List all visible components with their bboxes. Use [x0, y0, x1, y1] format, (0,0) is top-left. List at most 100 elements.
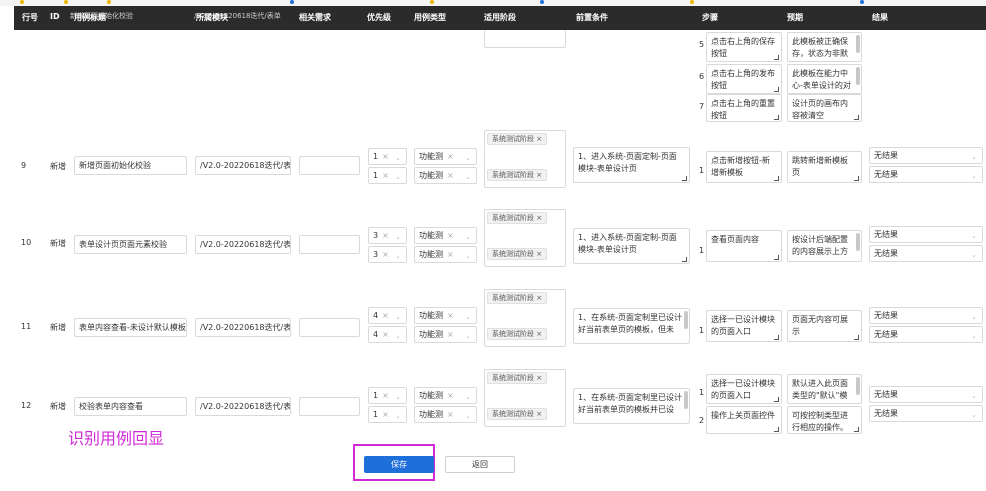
type-select[interactable]: 功能测 × ⌄: [414, 406, 477, 423]
stage-tag[interactable]: 系统测试阶段 ×: [487, 408, 548, 420]
step-textarea[interactable]: 选择一已设计模块的页面入口: [706, 310, 782, 342]
stage-select-previous[interactable]: [484, 30, 566, 48]
module-input[interactable]: /V2.0-20220618迭代/表单: [195, 235, 291, 254]
scrollbar[interactable]: [856, 233, 860, 251]
expected-textarea[interactable]: 页面无内容可展示: [787, 310, 862, 342]
clear-icon[interactable]: ×: [382, 231, 389, 240]
save-button[interactable]: 保存: [364, 456, 434, 473]
expected-textarea[interactable]: 默认进入此页面类型的"默认"模块: [787, 374, 862, 404]
clear-icon[interactable]: ×: [382, 152, 389, 161]
tag-close-icon[interactable]: ×: [536, 135, 542, 143]
tag-close-icon[interactable]: ×: [536, 294, 542, 302]
resize-handle-icon[interactable]: [774, 115, 779, 120]
clear-icon[interactable]: ×: [382, 311, 389, 320]
priority-select[interactable]: 3 × ⌄: [368, 246, 407, 263]
clear-icon[interactable]: ×: [382, 171, 389, 180]
resize-handle-icon[interactable]: [774, 427, 779, 432]
clear-icon[interactable]: ×: [447, 250, 454, 259]
stage-tag[interactable]: 系统测试阶段 ×: [487, 133, 548, 145]
clear-icon[interactable]: ×: [382, 250, 389, 259]
tag-close-icon[interactable]: ×: [536, 171, 542, 179]
resize-handle-icon[interactable]: [682, 176, 687, 181]
stage-tag[interactable]: 系统测试阶段 ×: [487, 169, 548, 181]
scrollbar[interactable]: [684, 391, 688, 409]
precondition-textarea[interactable]: 1、在系统-页面定制里已设计好当前表单页的模板，但未: [573, 308, 690, 344]
clear-icon[interactable]: ×: [447, 311, 454, 320]
priority-select[interactable]: 1 × ⌄: [368, 167, 407, 184]
tag-close-icon[interactable]: ×: [536, 250, 542, 258]
stage-tag[interactable]: 系统测试阶段 ×: [487, 248, 548, 260]
expected-textarea[interactable]: 此模板被正确保存，状态为非默认: [787, 32, 862, 62]
priority-select[interactable]: 1 × ⌄: [368, 406, 407, 423]
priority-select[interactable]: 4 × ⌄: [368, 307, 407, 324]
back-button[interactable]: 返回: [445, 456, 515, 473]
resize-handle-icon[interactable]: [774, 255, 779, 260]
priority-select[interactable]: 1 × ⌄: [368, 148, 407, 165]
clear-icon[interactable]: ×: [447, 330, 454, 339]
module-input[interactable]: /V2.0-20220618迭代/表单: [195, 318, 291, 337]
stage-tag[interactable]: 系统测试阶段 ×: [487, 328, 548, 340]
result-select[interactable]: 无结果 ⌄: [869, 386, 983, 403]
type-select[interactable]: 功能测 × ⌄: [414, 326, 477, 343]
step-textarea[interactable]: 点击右上角的保存按钮: [706, 32, 782, 62]
scrollbar[interactable]: [856, 377, 860, 395]
requirement-input[interactable]: [299, 318, 360, 337]
result-select[interactable]: 无结果 ⌄: [869, 307, 983, 324]
expected-textarea[interactable]: 可按控制类型进行相应的操作。: [787, 406, 862, 434]
tag-close-icon[interactable]: ×: [536, 374, 542, 382]
resize-handle-icon[interactable]: [854, 335, 859, 340]
tag-close-icon[interactable]: ×: [536, 214, 542, 222]
clear-icon[interactable]: ×: [447, 171, 454, 180]
clear-icon[interactable]: ×: [447, 391, 454, 400]
requirement-input[interactable]: [299, 397, 360, 416]
module-input[interactable]: /V2.0-20220618迭代/表单: [195, 397, 291, 416]
expected-textarea[interactable]: 设计页的画布内容被清空: [787, 94, 862, 122]
result-select[interactable]: 无结果 ⌄: [869, 405, 983, 422]
tag-close-icon[interactable]: ×: [536, 410, 542, 418]
type-select[interactable]: 功能测 × ⌄: [414, 387, 477, 404]
clear-icon[interactable]: ×: [447, 410, 454, 419]
tag-close-icon[interactable]: ×: [536, 330, 542, 338]
priority-select[interactable]: 1 × ⌄: [368, 387, 407, 404]
type-select[interactable]: 功能测 × ⌄: [414, 307, 477, 324]
stage-multiselect[interactable]: 系统测试阶段 × 系统测试阶段 ×: [484, 209, 566, 267]
type-select[interactable]: 功能测 × ⌄: [414, 227, 477, 244]
step-textarea[interactable]: 点击右上角的重置按钮: [706, 94, 782, 122]
module-input[interactable]: /V2.0-20220618迭代/表单: [195, 156, 291, 175]
clear-icon[interactable]: ×: [447, 231, 454, 240]
resize-handle-icon[interactable]: [774, 397, 779, 402]
resize-handle-icon[interactable]: [774, 87, 779, 92]
result-select[interactable]: 无结果 ⌄: [869, 245, 983, 262]
resize-handle-icon[interactable]: [854, 176, 859, 181]
scrollbar[interactable]: [684, 311, 688, 329]
precondition-textarea[interactable]: 1、在系统-页面定制里已设计好当前表单页的模板并已设: [573, 388, 690, 424]
clear-icon[interactable]: ×: [382, 410, 389, 419]
step-textarea[interactable]: 选择一已设计模块的页面入口: [706, 374, 782, 404]
resize-handle-icon[interactable]: [854, 427, 859, 432]
title-input[interactable]: 新增页面初始化校验: [74, 156, 187, 175]
type-select[interactable]: 功能测 × ⌄: [414, 148, 477, 165]
priority-select[interactable]: 3 × ⌄: [368, 227, 407, 244]
stage-tag[interactable]: 系统测试阶段 ×: [487, 372, 548, 384]
result-select[interactable]: 无结果 ⌄: [869, 166, 983, 183]
title-input[interactable]: 表单内容查看-未设计默认模板时: [74, 318, 187, 337]
step-textarea[interactable]: 查看页面内容: [706, 230, 782, 262]
resize-handle-icon[interactable]: [682, 257, 687, 262]
title-input[interactable]: 表单设计页页面元素校验: [74, 235, 187, 254]
resize-handle-icon[interactable]: [854, 115, 859, 120]
expected-textarea[interactable]: 跳转新增新模板页: [787, 151, 862, 183]
clear-icon[interactable]: ×: [382, 391, 389, 400]
step-textarea[interactable]: 点击新增按钮-新增新模板: [706, 151, 782, 183]
scrollbar[interactable]: [856, 67, 860, 85]
requirement-input[interactable]: [299, 235, 360, 254]
clear-icon[interactable]: ×: [382, 330, 389, 339]
stage-tag[interactable]: 系统测试阶段 ×: [487, 212, 548, 224]
resize-handle-icon[interactable]: [774, 55, 779, 60]
stage-multiselect[interactable]: 系统测试阶段 × 系统测试阶段 ×: [484, 289, 566, 347]
stage-multiselect[interactable]: 系统测试阶段 × 系统测试阶段 ×: [484, 369, 566, 427]
resize-handle-icon[interactable]: [774, 335, 779, 340]
expected-textarea[interactable]: 此模板在能力中心-表单设计的对: [787, 64, 862, 94]
resize-handle-icon[interactable]: [774, 176, 779, 181]
expected-textarea[interactable]: 按设计后端配置的内容展示上方: [787, 230, 862, 262]
result-select[interactable]: 无结果 ⌄: [869, 147, 983, 164]
